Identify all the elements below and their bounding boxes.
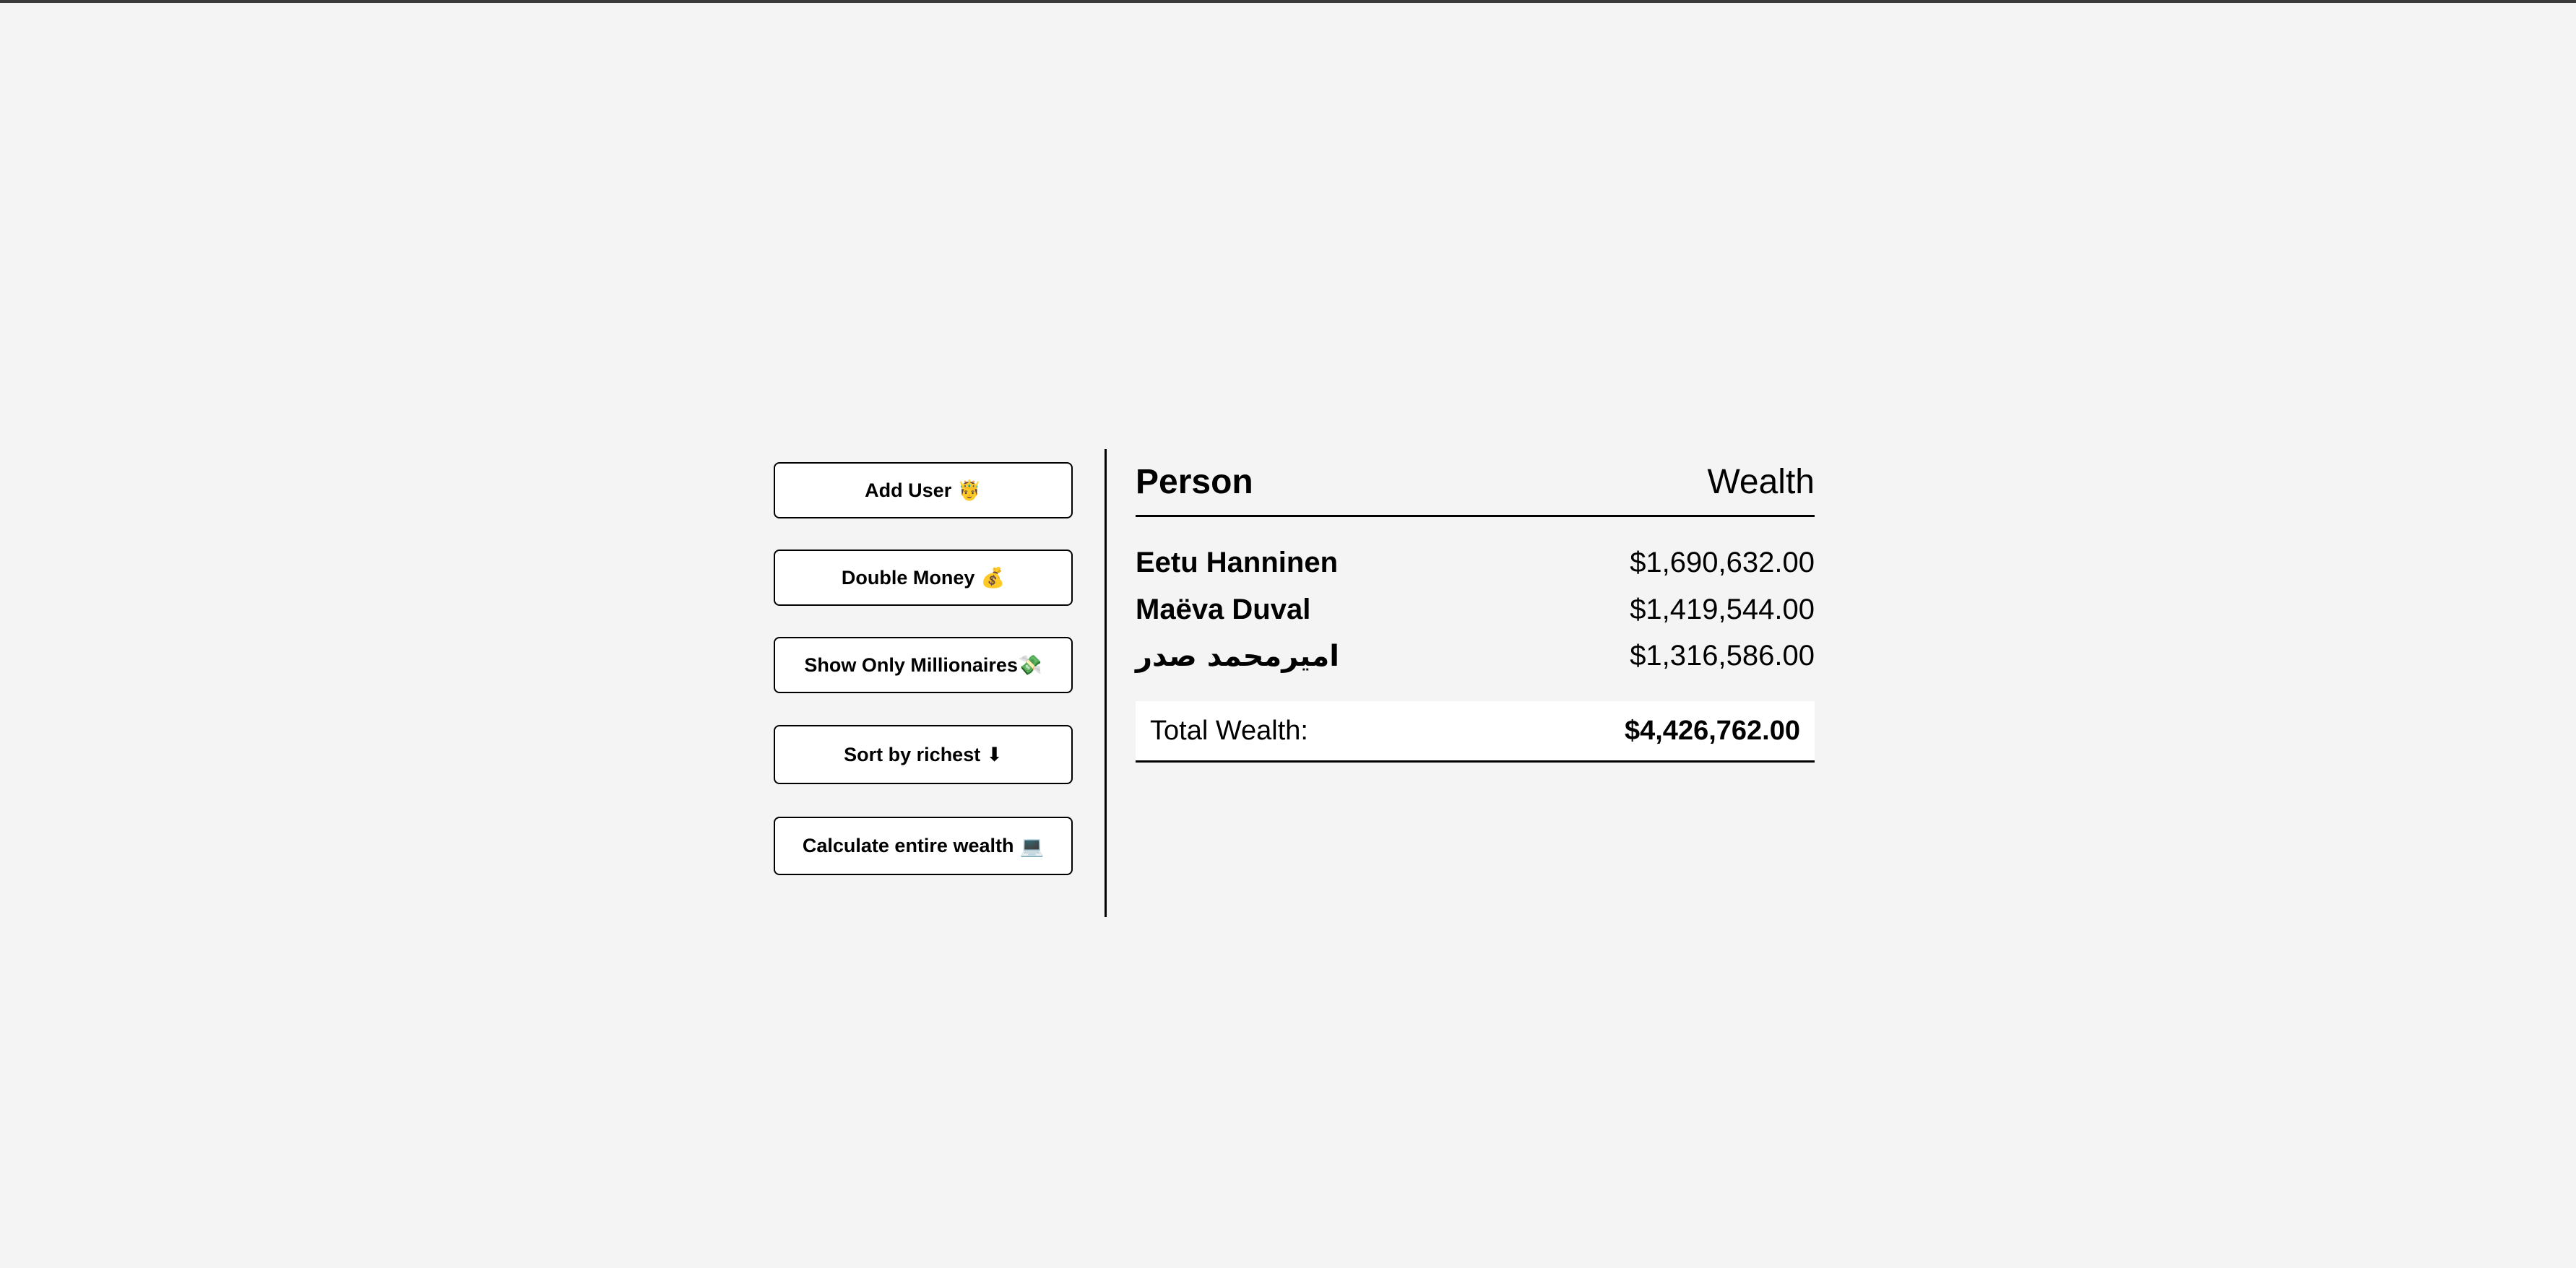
add-user-label: Add User: [865, 479, 952, 501]
laptop-icon: 💻: [1019, 835, 1045, 858]
person-icon: 🤴: [957, 479, 982, 502]
sort-richest-button[interactable]: Sort by richest ⬇: [774, 725, 1073, 784]
person-name: امیرمحمد صدر: [1136, 640, 1339, 673]
down-arrow-icon: ⬇: [986, 743, 1003, 766]
total-wealth-value: $4,426,762.00: [1624, 716, 1800, 746]
show-millionaires-button[interactable]: Show Only Millionaires 💸: [774, 637, 1073, 693]
show-millionaires-label: Show Only Millionaires: [804, 653, 1018, 676]
table-header: Person Wealth: [1136, 462, 1815, 517]
table-row: امیرمحمد صدر $1,316,586.00: [1136, 640, 1815, 680]
total-wealth-row: Total Wealth: $4,426,762.00: [1136, 701, 1815, 763]
header-person: Person: [1136, 463, 1253, 501]
person-name: Maëva Duval: [1136, 594, 1311, 625]
vertical-divider: [1105, 449, 1107, 917]
flying-money-icon: 💸: [1017, 654, 1042, 677]
person-wealth: $1,316,586.00: [1630, 640, 1815, 672]
sort-richest-label: Sort by richest: [844, 743, 981, 765]
money-bag-icon: 💰: [980, 567, 1006, 589]
calculate-wealth-button[interactable]: Calculate entire wealth 💻: [774, 817, 1073, 875]
person-wealth: $1,690,632.00: [1630, 547, 1815, 578]
double-money-button[interactable]: Double Money 💰: [774, 550, 1073, 606]
person-wealth: $1,419,544.00: [1630, 594, 1815, 625]
window-top-border: [0, 0, 2576, 3]
table-row: Eetu Hanninen $1,690,632.00: [1136, 547, 1815, 587]
add-user-button[interactable]: Add User 🤴: [774, 462, 1073, 518]
header-wealth: Wealth: [1707, 463, 1815, 501]
calculate-wealth-label: Calculate entire wealth: [802, 835, 1014, 856]
total-wealth-label: Total Wealth:: [1150, 716, 1308, 746]
person-name: Eetu Hanninen: [1136, 547, 1339, 578]
double-money-label: Double Money: [841, 566, 975, 589]
table-row: Maëva Duval $1,419,544.00: [1136, 594, 1815, 634]
